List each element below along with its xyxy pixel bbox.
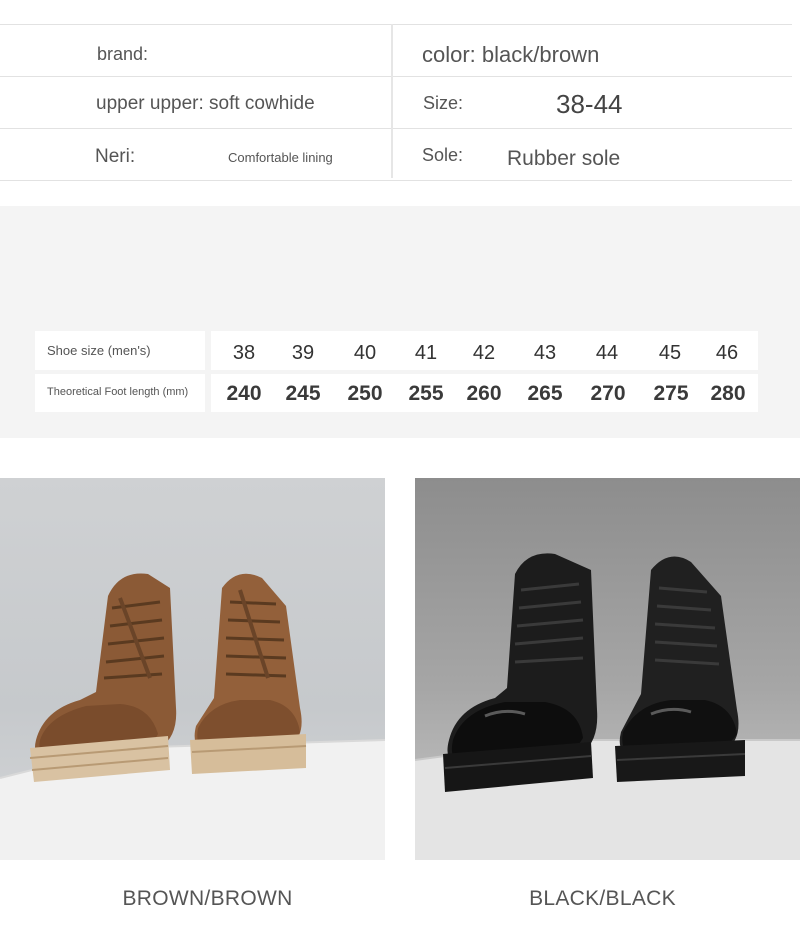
size-cell: 38 <box>232 342 256 364</box>
lining-label: Neri: <box>95 146 136 167</box>
length-cell: 260 <box>466 382 502 405</box>
size-cell: 43 <box>533 342 557 364</box>
spec-row-1: brand: color: black/brown <box>0 24 792 76</box>
length-cell: 265 <box>527 382 563 405</box>
brown-boots-image <box>0 478 385 860</box>
length-row-label-cell: Theoretical Foot length (mm) <box>35 374 205 412</box>
lining-value: Comfortable lining <box>228 150 333 165</box>
length-row-label: Theoretical Foot length (mm) <box>47 386 189 398</box>
length-cell: 270 <box>590 382 626 405</box>
size-cell: 45 <box>658 342 682 364</box>
size-row-label: Shoe size (men's) <box>47 343 151 358</box>
size-label: Size: <box>423 93 464 113</box>
length-cell: 280 <box>710 382 746 405</box>
length-cell: 250 <box>347 382 383 405</box>
color-spec: color: black/brown <box>422 42 600 67</box>
brown-variant-caption: BROWN/BROWN <box>122 887 293 910</box>
size-cell: 46 <box>715 342 739 364</box>
size-cell: 40 <box>353 342 377 364</box>
spec-table: brand: color: black/brown upper upper: s… <box>0 24 792 181</box>
spec-row-3: Neri: Comfortable lining Sole: Rubber so… <box>0 128 792 181</box>
sole-value: Rubber sole <box>507 147 621 170</box>
upper-spec: upper upper: soft cowhide <box>96 93 315 114</box>
length-values-row: 240 245 250 255 260 265 270 275 280 <box>211 374 758 412</box>
black-boots-image <box>415 478 800 860</box>
sole-label: Sole: <box>422 145 464 165</box>
size-cell: 42 <box>472 342 496 364</box>
size-range-value: 38-44 <box>556 89 623 119</box>
length-cell: 240 <box>226 382 262 405</box>
black-variant-caption: BLACK/BLACK <box>529 887 676 910</box>
spec-row-2: upper upper: soft cowhide Size: 38-44 <box>0 76 792 128</box>
brand-label: brand: <box>97 44 149 64</box>
length-cell: 275 <box>653 382 689 405</box>
spec-column-divider <box>391 24 393 178</box>
size-cell: 44 <box>595 342 619 364</box>
size-cell: 41 <box>414 342 438 364</box>
size-chart-panel: Shoe size (men's) Theoretical Foot lengt… <box>0 206 800 438</box>
length-cell: 255 <box>408 382 444 405</box>
size-cell: 39 <box>291 342 315 364</box>
size-values-row: 38 39 40 41 42 43 44 45 46 <box>211 331 758 370</box>
length-cell: 245 <box>285 382 321 405</box>
size-row-label-cell: Shoe size (men's) <box>35 331 205 370</box>
